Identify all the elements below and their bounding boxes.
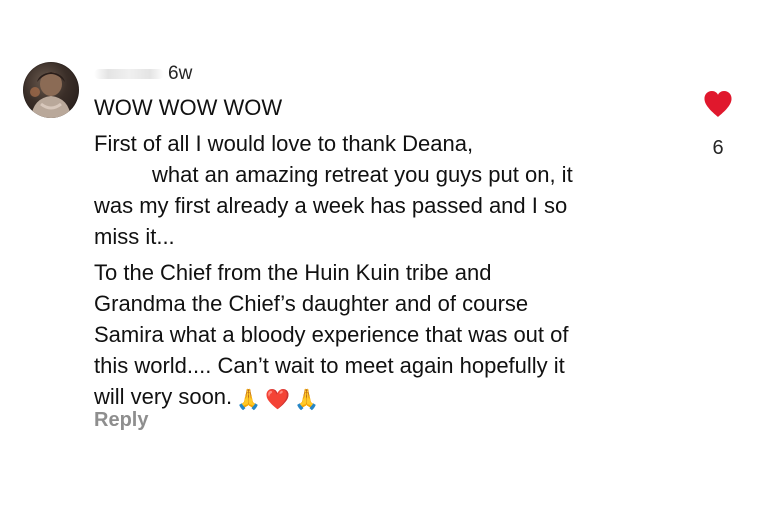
comment-line: will very soon.: [94, 384, 233, 409]
heart-icon[interactable]: [703, 90, 733, 118]
comment-line: was my first already a week has passed a…: [94, 193, 568, 218]
comment-body: WOW WOW WOW First of all I would love to…: [94, 92, 674, 417]
top-blank-area: [0, 0, 768, 44]
reply-button[interactable]: Reply: [94, 409, 148, 432]
praying-hands-emoji-icon: 🙏: [236, 389, 262, 411]
red-heart-emoji-icon: ❤️: [265, 389, 290, 411]
comment-line: this world.... Can’t wait to meet again …: [94, 353, 565, 378]
comment-line: what an amazing retreat you guys put on,…: [152, 162, 573, 187]
comment-meta: 6w: [94, 63, 193, 84]
avatar-image: [30, 72, 71, 118]
comment-line: First of all I would love to thank Deana…: [94, 131, 474, 156]
like-count: 6: [712, 137, 724, 159]
comment-line: Grandma the Chief’s daughter and of cour…: [94, 291, 529, 316]
comment-line: Samira what a bloody experience that was…: [94, 322, 569, 347]
comment-line: To the Chief from the Huin Kuin tribe an…: [94, 260, 492, 285]
comment-title: WOW WOW WOW: [94, 92, 674, 123]
comment-last-line: will very soon. 🙏 ❤️ 🙏: [94, 381, 674, 412]
comment-line: miss it...: [94, 224, 175, 249]
comment-screen: 6w WOW WOW WOW First of all I would love…: [0, 0, 768, 512]
comment-title-text: WOW WOW WOW: [94, 95, 283, 120]
comment-paragraph-2: To the Chief from the Huin Kuin tribe an…: [94, 257, 674, 412]
avatar[interactable]: [23, 62, 79, 118]
comment-timestamp: 6w: [168, 63, 193, 84]
username-redacted[interactable]: [94, 69, 164, 79]
heart-icon-shape: [704, 91, 732, 117]
praying-hands-emoji-icon: 🙏: [293, 389, 319, 411]
comment-paragraph-1: First of all I would love to thank Deana…: [94, 128, 674, 252]
